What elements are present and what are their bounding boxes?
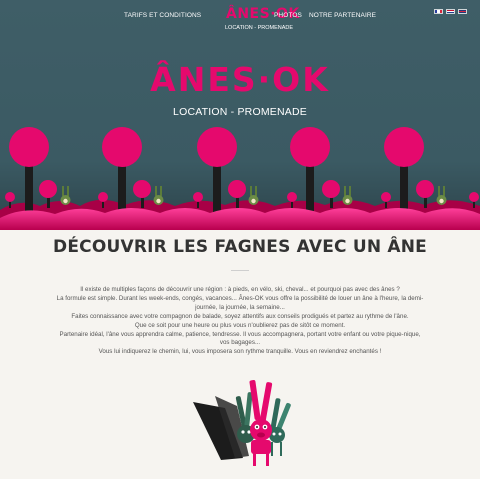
nav-link-photos[interactable]: PHOTOS bbox=[274, 12, 302, 19]
intro-line: Vous lui indiquerez le chemin, lui, vous… bbox=[98, 348, 382, 356]
hero-title: ÂNES·OK bbox=[150, 60, 330, 99]
main-navigation: TARIFS ET CONDITIONS ÂNES·OK LOCATION - … bbox=[0, 0, 480, 36]
title-divider bbox=[231, 270, 249, 271]
intro-line: La formule est simple. Durant les week-e… bbox=[56, 294, 424, 302]
flag-nl-icon[interactable] bbox=[446, 9, 455, 14]
hero-banner: TARIFS ET CONDITIONS ÂNES·OK LOCATION - … bbox=[0, 0, 480, 230]
donkey-mascot-illustration bbox=[193, 380, 291, 466]
intro-line: journée, la journée, la semaine... bbox=[195, 303, 285, 311]
intro-line: Faites connaissance avec votre compagnon… bbox=[71, 312, 409, 320]
intro-line: Que ce soit pour une heure ou plus vous … bbox=[134, 321, 346, 329]
logo-tagline: LOCATION - PROMENADE bbox=[225, 25, 294, 31]
intro-line: Partenaire idéal, l'âne vous apprendra c… bbox=[59, 330, 421, 338]
nav-link-tarifs[interactable]: TARIFS ET CONDITIONS bbox=[124, 12, 201, 19]
flag-fr-icon[interactable] bbox=[434, 9, 443, 14]
section-title: DÉCOUVRIR LES FAGNES AVEC UN ÂNE bbox=[53, 237, 427, 257]
hero-subtitle: LOCATION - PROMENADE bbox=[173, 106, 307, 118]
nav-link-partenaire[interactable]: NOTRE PARTENAIRE bbox=[309, 12, 376, 19]
intro-line: Il existe de multiples façons de découvr… bbox=[80, 286, 400, 293]
intro-line: vos bagages... bbox=[219, 339, 261, 347]
intro-text: Il existe de multiples façons de découvr… bbox=[30, 286, 450, 357]
language-switcher bbox=[434, 9, 467, 14]
flag-en-icon[interactable] bbox=[458, 9, 467, 14]
